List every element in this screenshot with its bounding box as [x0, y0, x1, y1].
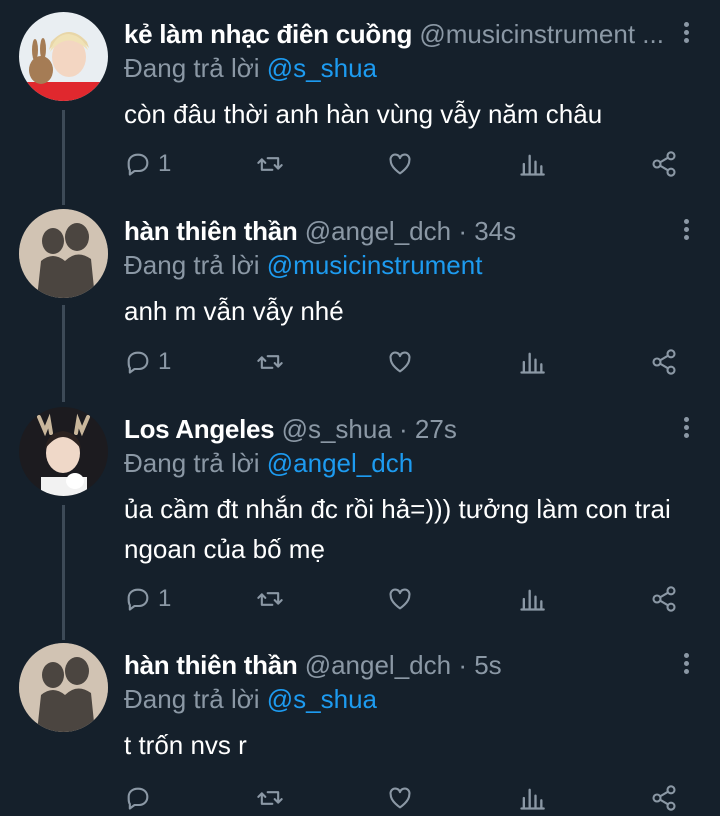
share-icon [652, 785, 676, 811]
retweet-icon [257, 355, 283, 369]
avatar[interactable] [19, 12, 108, 101]
action-bar: 1 [124, 581, 700, 617]
share-icon [652, 586, 676, 612]
user-handle[interactable]: @angel_dch [305, 216, 451, 246]
display-name[interactable]: hàn thiên thần [124, 216, 298, 246]
reply-count: 1 [158, 585, 172, 612]
share-icon [652, 349, 676, 375]
like-button[interactable] [386, 780, 414, 816]
reply-prefix: Đang trả lời [124, 53, 267, 83]
share-button[interactable] [650, 581, 678, 617]
like-icon [389, 153, 411, 175]
action-bar: 1 [124, 344, 700, 380]
tweet-header: hàn thiên thần @angel_dch · 34s [124, 213, 670, 249]
tweet-text: còn đâu thời anh hàn vùng vẫy năm châu [124, 99, 603, 129]
reply-button[interactable]: 1 [124, 146, 171, 182]
timestamp: · 27s [391, 414, 457, 444]
like-button[interactable] [386, 146, 414, 182]
views-icon [520, 352, 545, 374]
reply-prefix: Đang trả lời [124, 684, 267, 714]
action-bar [124, 780, 700, 816]
reply-mention[interactable]: @musicinstrument [267, 250, 483, 280]
views-icon [520, 154, 545, 176]
share-button[interactable] [650, 146, 678, 182]
views-icon [520, 589, 545, 611]
reply-count: 1 [158, 348, 172, 375]
reply-context: Đang trả lời @s_shua [124, 50, 377, 86]
reply-icon [127, 787, 149, 810]
avatar[interactable] [19, 407, 108, 496]
display-name[interactable]: hàn thiên thần [124, 650, 298, 680]
retweet-button[interactable] [256, 146, 284, 182]
reply-button[interactable]: 1 [124, 344, 171, 380]
tweet-text: t trốn nvs r [124, 730, 247, 760]
more-icon[interactable] [682, 22, 690, 46]
display-name[interactable]: Los Angeles [124, 414, 275, 444]
retweet-button[interactable] [256, 581, 284, 617]
user-handle[interactable]: @angel_dch [305, 650, 451, 680]
retweet-button[interactable] [256, 344, 284, 380]
action-bar: 1 [124, 146, 700, 182]
avatar[interactable] [19, 209, 108, 298]
tweet[interactable]: kẻ làm nhạc điên cuồng @musicinstrument … [0, 12, 720, 196]
reply-prefix: Đang trả lời [124, 448, 267, 478]
avatar-image [19, 643, 108, 732]
reply-context: Đang trả lời @angel_dch [124, 445, 413, 481]
views-button[interactable] [518, 344, 546, 380]
like-button[interactable] [386, 344, 414, 380]
tweet-header: hàn thiên thần @angel_dch · 5s [124, 647, 670, 683]
retweet-icon [257, 592, 283, 606]
timestamp: · 5s [451, 650, 502, 680]
share-button[interactable] [650, 780, 678, 816]
like-icon [389, 787, 411, 809]
reply-mention[interactable]: @s_shua [267, 53, 377, 83]
views-button[interactable] [518, 581, 546, 617]
avatar-image [19, 209, 108, 298]
reply-button[interactable]: 1 [124, 581, 171, 617]
more-icon[interactable] [682, 653, 690, 677]
tweet-text: ủa cầm đt nhắn đc rồi hả=))) tưởng làm c… [124, 494, 671, 564]
tweet-header: Los Angeles @s_shua · 27s [124, 411, 670, 447]
more-icon[interactable] [682, 219, 690, 243]
avatar-image [19, 12, 108, 101]
retweet-icon [257, 157, 283, 171]
tweet[interactable]: hàn thiên thần @angel_dch · 34s Đang trả… [0, 209, 720, 393]
reply-prefix: Đang trả lời [124, 250, 267, 280]
reply-context: Đang trả lời @musicinstrument [124, 247, 482, 283]
reply-icon [127, 351, 149, 374]
more-icon[interactable] [682, 417, 690, 441]
user-handle[interactable]: @s_shua [282, 414, 392, 444]
share-button[interactable] [650, 344, 678, 380]
retweet-button[interactable] [256, 780, 284, 816]
reply-mention[interactable]: @angel_dch [267, 448, 413, 478]
views-button[interactable] [518, 146, 546, 182]
like-icon [389, 588, 411, 610]
reply-context: Đang trả lời @s_shua [124, 681, 377, 717]
avatar-image [19, 407, 108, 496]
tweet-header: kẻ làm nhạc điên cuồng @musicinstrument … [124, 16, 670, 52]
views-button[interactable] [518, 780, 546, 816]
timestamp: · 34s [451, 216, 517, 246]
reply-icon [127, 153, 149, 176]
tweet[interactable]: Los Angeles @s_shua · 27s Đang trả lời @… [0, 407, 720, 631]
reply-count: 1 [158, 150, 172, 177]
retweet-icon [257, 791, 283, 805]
like-button[interactable] [386, 581, 414, 617]
reply-button[interactable] [124, 780, 158, 816]
tweet-text: anh m vẫn vẫy nhé [124, 296, 344, 326]
share-icon [652, 151, 676, 177]
views-icon [520, 788, 545, 810]
like-icon [389, 351, 411, 373]
reply-mention[interactable]: @s_shua [267, 684, 377, 714]
user-handle[interactable]: @musicinstrument ... [419, 19, 664, 49]
avatar[interactable] [19, 643, 108, 732]
reply-icon [127, 588, 149, 611]
display-name[interactable]: kẻ làm nhạc điên cuồng [124, 19, 412, 49]
tweet[interactable]: hàn thiên thần @angel_dch · 5s Đang trả … [0, 643, 720, 816]
